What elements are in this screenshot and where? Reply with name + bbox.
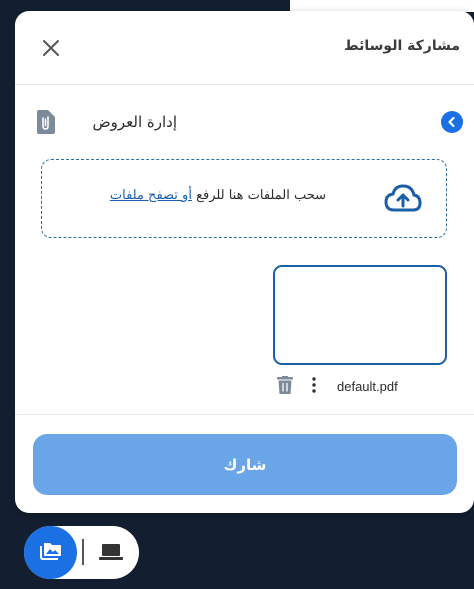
- media-folder-icon: [40, 543, 61, 560]
- share-button[interactable]: شارك: [33, 434, 457, 495]
- dock-separator: [82, 539, 84, 565]
- file-attachment-icon: [37, 110, 55, 134]
- browse-files-link[interactable]: أو تصفح ملفات: [110, 188, 192, 203]
- file-dropzone[interactable]: سحب الملفات هنا للرفع أو تصفح ملفات: [41, 159, 447, 238]
- more-vertical-icon[interactable]: [311, 377, 317, 393]
- media-button[interactable]: [24, 526, 77, 579]
- close-icon[interactable]: [41, 38, 61, 58]
- section-row: إدارة العروض: [15, 107, 474, 137]
- media-share-dialog: مشاركة الوسائط إدارة العروض سحب الملفات …: [15, 11, 474, 513]
- dropzone-instruction: سحب الملفات هنا للرفع: [191, 188, 326, 203]
- action-dock: [24, 526, 139, 579]
- footer-divider: [15, 414, 474, 415]
- dialog-title: مشاركة الوسائط: [344, 38, 460, 54]
- header-divider: [15, 84, 474, 85]
- laptop-icon[interactable]: [99, 541, 123, 563]
- chevron-left-icon: [448, 116, 455, 128]
- trash-icon[interactable]: [277, 376, 293, 394]
- cloud-upload-icon: [384, 184, 422, 212]
- dialog-header: مشاركة الوسائط: [15, 11, 474, 84]
- file-item: default.pdf: [273, 374, 445, 398]
- dropzone-text: سحب الملفات هنا للرفع أو تصفح ملفات: [110, 188, 326, 203]
- back-button[interactable]: [441, 111, 463, 133]
- file-name: default.pdf: [337, 379, 398, 394]
- section-title: إدارة العروض: [92, 113, 177, 131]
- file-thumbnail[interactable]: [273, 265, 447, 365]
